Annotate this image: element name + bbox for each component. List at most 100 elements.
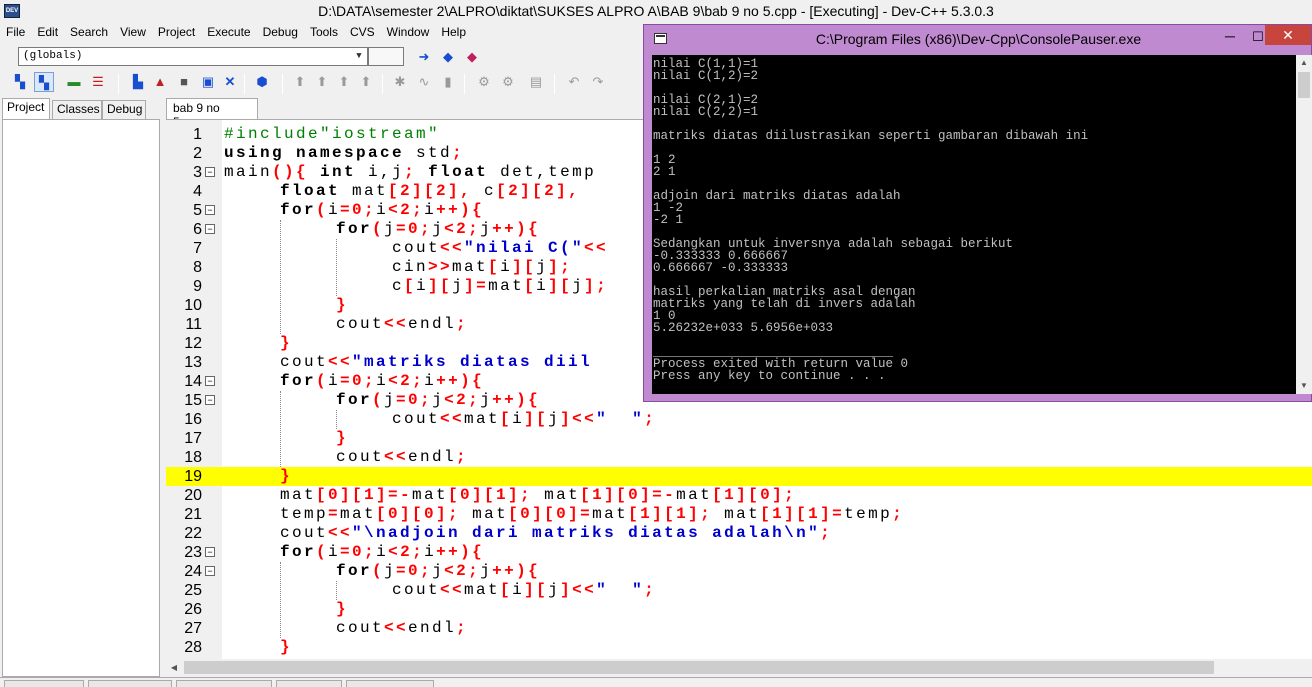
code-line[interactable]: 27 cout<<endl; xyxy=(166,619,1312,638)
chevron-down-icon[interactable]: ▼ xyxy=(351,48,367,65)
dev-icon[interactable]: ▤ xyxy=(526,72,546,92)
line-number: 12 xyxy=(184,335,202,352)
fold-toggle-icon[interactable]: − xyxy=(205,566,215,576)
windows-icon[interactable]: ▣ xyxy=(198,72,218,92)
code-line[interactable]: 28} xyxy=(166,638,1312,657)
class-browser-icon[interactable]: ▚ xyxy=(34,72,54,92)
scrollbar-thumb[interactable] xyxy=(184,661,1214,674)
close-icon[interactable]: ✕ xyxy=(1265,25,1311,45)
code-line[interactable]: 19} xyxy=(166,467,1312,486)
arrow-up-icon[interactable]: ⬆ xyxy=(356,72,376,92)
tab-compile-log[interactable] xyxy=(176,680,272,687)
code-token: cout xyxy=(336,315,385,333)
menu-tools[interactable]: Tools xyxy=(304,24,344,39)
code-line[interactable]: 20 mat[0][1]=-mat[0][1]; mat[1][0]=-mat[1… xyxy=(166,486,1312,505)
window-title: D:\DATA\semester 2\ALPRO\diktat\SUKSES A… xyxy=(318,3,994,19)
fold-toggle-icon[interactable]: − xyxy=(205,167,215,177)
horizontal-scrollbar[interactable]: ◀ xyxy=(166,659,1312,676)
code-token: ++){ xyxy=(436,543,485,561)
menu-debug[interactable]: Debug xyxy=(257,24,304,39)
tab-compiler[interactable] xyxy=(4,680,84,687)
code-line[interactable]: 18 cout<<endl; xyxy=(166,448,1312,467)
fold-toggle-icon[interactable]: − xyxy=(205,395,215,405)
menu-search[interactable]: Search xyxy=(64,24,114,39)
arrow-up-icon[interactable]: ⬆ xyxy=(312,72,332,92)
arrow-up-icon[interactable]: ⬆ xyxy=(290,72,310,92)
add-file-icon[interactable]: ▙ xyxy=(128,72,148,92)
code-token: [0][1]; xyxy=(448,486,545,504)
code-line[interactable]: 21 temp=mat[0][0]; mat[0][0]=mat[1][1]; m… xyxy=(166,505,1312,524)
code-token: mat xyxy=(280,486,317,504)
code-token: [ xyxy=(488,258,501,276)
menu-help[interactable]: Help xyxy=(435,24,472,39)
code-text: } xyxy=(280,334,292,353)
minimize-icon[interactable]: ─ xyxy=(1217,27,1243,47)
code-line[interactable]: 16 cout<<mat[i][j]<<" "; xyxy=(166,410,1312,429)
menu-project[interactable]: Project xyxy=(152,24,201,39)
tab-debug[interactable]: Debug xyxy=(102,100,146,119)
code-token: "matriks diatas diil xyxy=(352,353,593,371)
redo-icon[interactable]: ↷ xyxy=(588,72,608,92)
fold-toggle-icon[interactable]: − xyxy=(205,376,215,386)
package-icon[interactable]: ⬢ xyxy=(252,72,272,92)
view-toggle-icon[interactable]: ▬ xyxy=(64,72,84,92)
tab-classes[interactable]: Classes xyxy=(52,100,102,119)
fold-toggle-icon[interactable]: − xyxy=(205,224,215,234)
code-line[interactable]: 22 cout<<"\nadjoin dari matriks diatas ad… xyxy=(166,524,1312,543)
menu-view[interactable]: View xyxy=(114,24,152,39)
tab-resources[interactable] xyxy=(88,680,172,687)
code-text: } xyxy=(336,429,348,448)
code-line[interactable]: 25 cout<<mat[i][j]<<" "; xyxy=(166,581,1312,600)
scroll-left-icon[interactable]: ◀ xyxy=(166,659,182,676)
bookmark-add-icon[interactable]: ◆ xyxy=(438,47,458,67)
list-view-icon[interactable]: ☰ xyxy=(88,72,108,92)
scope-select[interactable]: (globals) ▼ xyxy=(18,47,368,66)
project-tree[interactable] xyxy=(2,119,160,677)
code-token: ( xyxy=(316,201,329,219)
close-icon[interactable]: ✕ xyxy=(220,72,240,92)
undo-icon[interactable]: ↶ xyxy=(564,72,584,92)
code-line[interactable]: 17} xyxy=(166,429,1312,448)
code-token: cout xyxy=(392,239,441,257)
project-icon[interactable]: ■ xyxy=(174,72,194,92)
code-token: ][ xyxy=(524,581,549,599)
goto-arrow-icon[interactable]: ➜ xyxy=(414,47,434,67)
code-line[interactable]: 23− for(i=0;i<2;i++){ xyxy=(166,543,1312,562)
step-icon[interactable]: ▮ xyxy=(438,72,458,92)
arrow-up-icon[interactable]: ⬆ xyxy=(334,72,354,92)
new-class-icon[interactable]: ▚ xyxy=(10,72,30,92)
tab-find-results[interactable] xyxy=(346,680,434,687)
open-project-icon[interactable]: ▲ xyxy=(150,72,170,92)
code-token: <2; xyxy=(444,562,481,580)
watch-icon[interactable]: ∿ xyxy=(414,72,434,92)
menu-execute[interactable]: Execute xyxy=(201,24,256,39)
compile-icon[interactable]: ⚙ xyxy=(474,72,494,92)
code-token: ; xyxy=(456,448,469,466)
scroll-down-icon[interactable]: ▼ xyxy=(1296,378,1312,394)
tab-project[interactable]: Project xyxy=(2,98,50,119)
console-scrollbar[interactable]: ▲ ▼ xyxy=(1296,55,1312,394)
bookmark-goto-icon[interactable]: ◆ xyxy=(462,47,482,67)
menu-window[interactable]: Window xyxy=(381,24,436,39)
function-select[interactable] xyxy=(368,47,404,66)
code-line[interactable]: 24− for(j=0;j<2;j++){ xyxy=(166,562,1312,581)
menu-cvs[interactable]: CVS xyxy=(344,24,381,39)
menu-edit[interactable]: Edit xyxy=(31,24,64,39)
menu-file[interactable]: File xyxy=(0,24,31,39)
code-token: ]<< xyxy=(560,410,597,428)
fold-toggle-icon[interactable]: − xyxy=(205,547,215,557)
run-icon[interactable]: ⚙ xyxy=(498,72,518,92)
code-token: mat xyxy=(724,505,761,523)
scrollbar-thumb[interactable] xyxy=(1298,72,1310,98)
tab-debug-output[interactable] xyxy=(276,680,342,687)
code-text: using namespace std; xyxy=(224,144,464,163)
console-line: 5.26232e+033 5.6956e+033 xyxy=(653,321,834,335)
scroll-up-icon[interactable]: ▲ xyxy=(1296,55,1312,71)
line-number: 9 xyxy=(193,278,202,295)
console-output[interactable]: nilai C(1,1)=1 nilai C(1,2)=2 nilai C(2,1)… xyxy=(652,55,1296,394)
code-line[interactable]: 26} xyxy=(166,600,1312,619)
editor-tab[interactable]: bab 9 no 5.cpp xyxy=(166,98,258,129)
debug-bug-icon[interactable]: ✱ xyxy=(390,72,410,92)
code-token: [1][1]= xyxy=(760,505,845,523)
fold-toggle-icon[interactable]: − xyxy=(205,205,215,215)
